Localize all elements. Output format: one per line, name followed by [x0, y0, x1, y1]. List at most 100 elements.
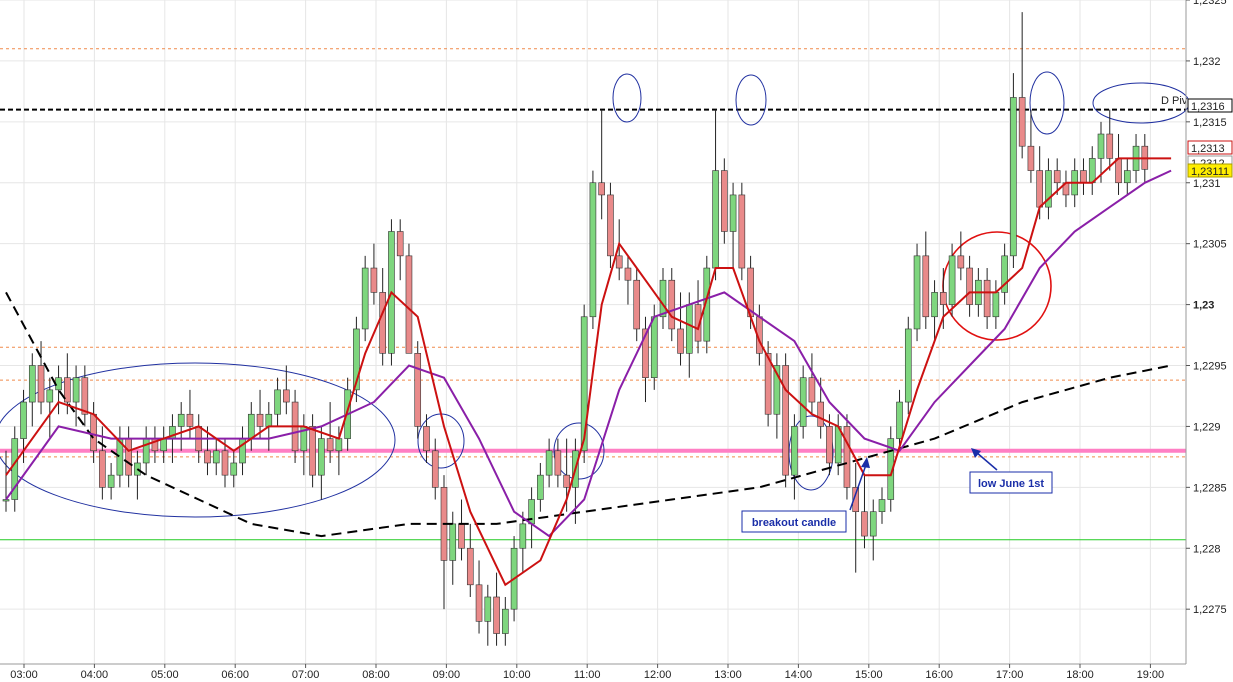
candle-down: [668, 279, 676, 330]
candle-up: [931, 292, 938, 318]
candle-up: [318, 438, 325, 476]
candle-up: [20, 401, 27, 439]
candle-up: [274, 389, 281, 415]
candle-up: [545, 450, 553, 476]
candle-up: [55, 377, 62, 391]
candle-up: [904, 328, 912, 403]
candle-down: [1036, 170, 1043, 208]
price-tag-label: 1,2313: [1191, 143, 1225, 155]
y-tick-label: 1,2325: [1193, 0, 1227, 7]
candle-down: [99, 450, 106, 488]
candle-up: [1123, 170, 1131, 184]
candle-down: [983, 279, 991, 318]
candle-up: [484, 596, 492, 622]
candle-down: [309, 426, 316, 476]
candle-up: [992, 292, 1000, 318]
candle-down: [186, 413, 194, 427]
candle-down: [283, 389, 290, 403]
candle-down: [414, 353, 422, 427]
y-tick-label: 1,2305: [1193, 239, 1227, 251]
candle-down: [125, 438, 132, 476]
candle-up: [335, 438, 343, 452]
candle-down: [37, 365, 45, 403]
y-tick-label: 1,23: [1193, 300, 1214, 312]
candle-up: [361, 267, 369, 330]
candle-down: [598, 182, 605, 196]
candle-down: [607, 194, 614, 257]
price-tag-label: 1,2316: [1191, 101, 1225, 113]
low-june-label: low June 1st: [978, 478, 1044, 490]
candle-up: [28, 365, 36, 403]
x-tick-label: 18:00: [1066, 669, 1094, 681]
candle-down: [405, 255, 413, 354]
x-tick-label: 13:00: [714, 669, 742, 681]
candle-up: [948, 255, 956, 305]
candle-up: [212, 450, 220, 464]
x-tick-label: 15:00: [855, 669, 883, 681]
candle-up: [589, 182, 597, 318]
candle-down: [615, 255, 623, 269]
candle-up: [869, 511, 877, 537]
y-tick-label: 1,231: [1193, 178, 1221, 190]
candle-up: [878, 499, 886, 513]
candle-up: [799, 377, 807, 427]
candle-down: [1053, 170, 1061, 184]
x-tick-label: 12:00: [644, 669, 672, 681]
candle-down: [256, 413, 264, 427]
candle-down: [221, 450, 229, 476]
candle-down: [808, 377, 816, 403]
x-tick-label: 14:00: [785, 669, 813, 681]
candle-down: [782, 365, 789, 476]
candle-down: [843, 426, 851, 488]
candle-up: [659, 279, 667, 318]
candle-down: [1115, 158, 1122, 184]
candle-down: [826, 426, 833, 464]
candle-down: [966, 267, 973, 305]
breakout-label: breakout candle: [752, 517, 836, 529]
d-piv-label: D Piv: [1161, 95, 1188, 107]
candle-up: [72, 377, 80, 403]
candle-down: [633, 279, 641, 330]
candle-down: [1027, 145, 1035, 171]
x-tick-label: 07:00: [292, 669, 320, 681]
x-tick-label: 03:00: [10, 669, 38, 681]
x-tick-label: 08:00: [362, 669, 390, 681]
candle-down: [326, 438, 334, 452]
candle-down: [81, 377, 89, 415]
candle-up: [177, 413, 185, 427]
candle-up: [46, 389, 54, 403]
candle-down: [423, 426, 430, 452]
candle-up: [729, 194, 737, 232]
candle-up: [502, 608, 509, 634]
y-tick-label: 1,2285: [1193, 482, 1227, 494]
candle-down: [738, 194, 746, 269]
y-tick-label: 1,2315: [1193, 117, 1227, 129]
candle-up: [230, 462, 238, 476]
candle-up: [107, 474, 115, 488]
candle-down: [940, 292, 947, 305]
candle-down: [554, 450, 562, 476]
candle-up: [1088, 158, 1096, 184]
candle-down: [493, 596, 500, 634]
candle-down: [1018, 97, 1026, 147]
y-tick-label: 1,2275: [1193, 604, 1227, 616]
y-tick-label: 1,228: [1193, 543, 1221, 555]
candle-up: [913, 255, 921, 330]
y-tick-label: 1,2295: [1193, 361, 1227, 373]
x-tick-label: 04:00: [81, 669, 109, 681]
candle-down: [370, 267, 378, 293]
candle-down: [458, 523, 465, 549]
candle-up: [712, 170, 719, 269]
candle-up: [449, 523, 457, 561]
candle-up: [537, 474, 544, 500]
candle-up: [142, 438, 150, 464]
x-tick-label: 09:00: [433, 669, 461, 681]
x-tick-label: 17:00: [996, 669, 1024, 681]
candle-down: [922, 255, 930, 318]
candle-up: [1010, 97, 1017, 257]
x-tick-label: 16:00: [925, 669, 953, 681]
candle-down: [396, 231, 404, 257]
x-tick-label: 19:00: [1137, 669, 1165, 681]
candle-up: [896, 401, 903, 439]
y-tick-label: 1,229: [1193, 421, 1221, 433]
